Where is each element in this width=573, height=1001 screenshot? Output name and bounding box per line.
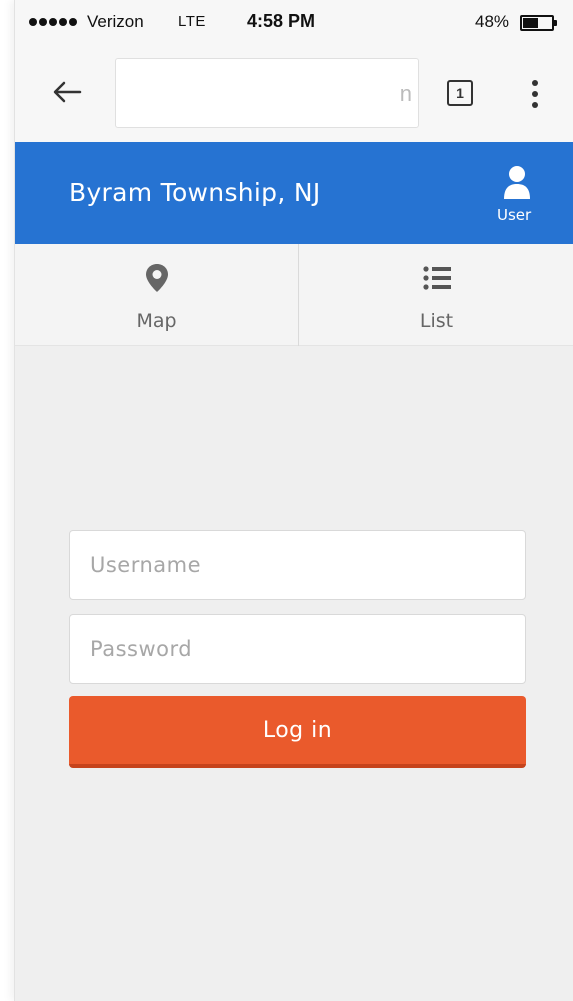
more-vertical-icon [532, 80, 538, 86]
user-label: User [497, 206, 532, 224]
login-form: Log in [69, 530, 526, 768]
username-field[interactable] [69, 530, 526, 600]
network-type: LTE [178, 13, 206, 30]
user-button[interactable]: User [491, 162, 563, 230]
arrow-left-icon [53, 81, 82, 103]
list-icon [422, 266, 451, 290]
back-button[interactable] [49, 74, 85, 110]
phone-screen: Verizon LTE 4:58 PM 48% n 1 Byram Townsh… [14, 0, 573, 1001]
view-tabs: Map List [15, 244, 573, 346]
map-pin-icon [145, 264, 168, 292]
browser-toolbar: n 1 [15, 44, 573, 142]
tab-switcher-button[interactable]: 1 [447, 80, 473, 106]
page-title: Byram Township, NJ [69, 178, 321, 207]
carrier-name: Verizon [87, 12, 144, 31]
status-time: 4:58 PM [247, 11, 316, 31]
url-text: n [399, 81, 412, 106]
signal-strength-icon [29, 18, 77, 26]
battery-percent: 48% [475, 12, 510, 31]
url-bar[interactable]: n [115, 58, 419, 128]
tab-list-label: List [419, 310, 454, 332]
battery-icon [520, 15, 557, 31]
browser-menu-button[interactable] [525, 78, 545, 110]
tab-map[interactable]: Map [15, 244, 299, 346]
password-field[interactable] [69, 614, 526, 684]
login-button[interactable]: Log in [69, 696, 526, 768]
app-header: Byram Township, NJ User [15, 142, 573, 244]
status-bar: Verizon LTE 4:58 PM 48% [15, 0, 573, 44]
user-icon [504, 166, 530, 199]
tab-list[interactable]: List [299, 244, 573, 346]
tab-map-label: Map [136, 310, 177, 332]
